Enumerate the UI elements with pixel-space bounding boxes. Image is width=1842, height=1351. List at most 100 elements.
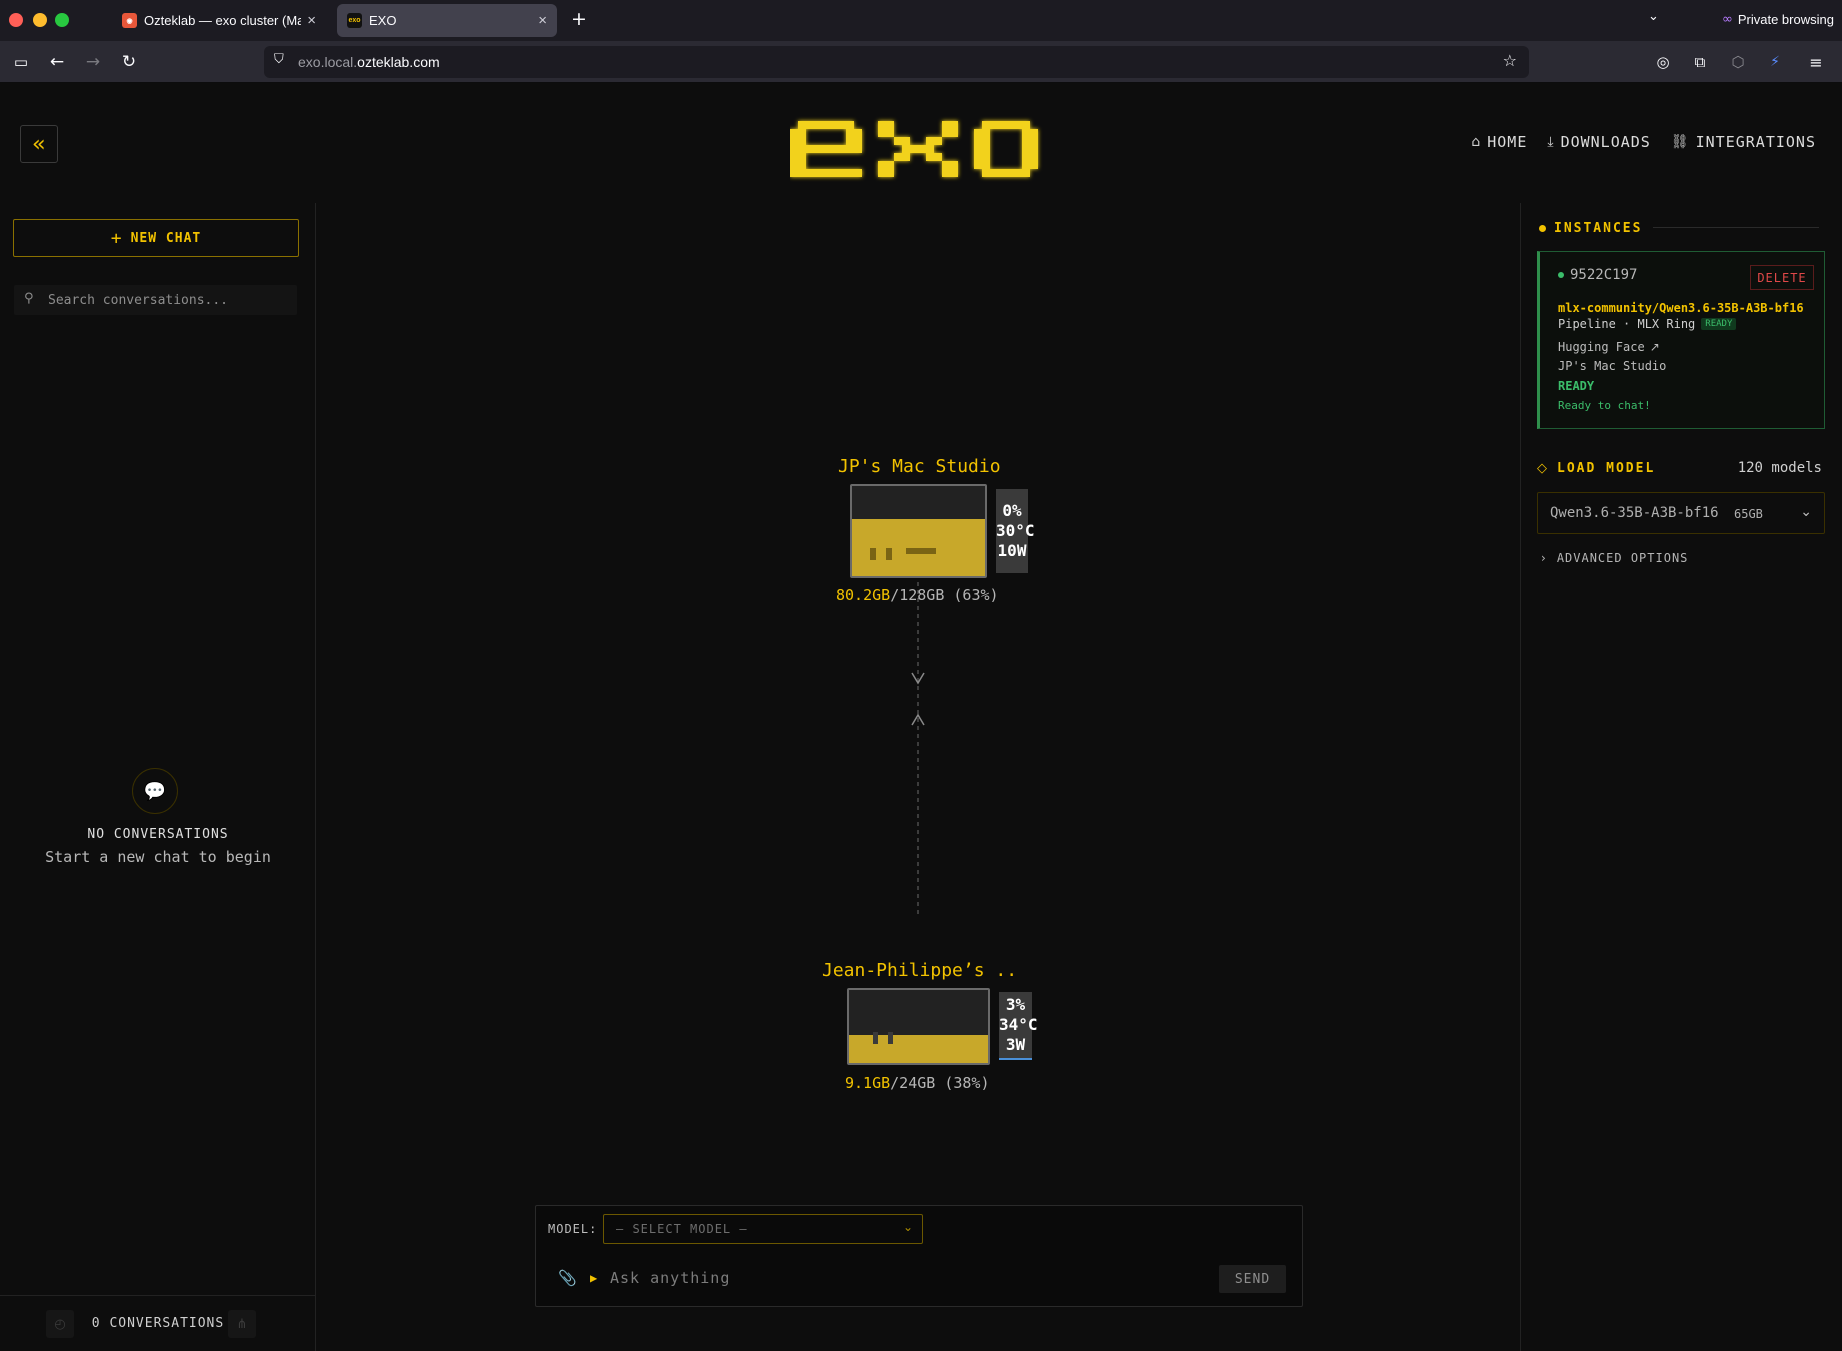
link-icon: ⛓ <box>1670 134 1690 150</box>
empty-state-title: NO CONVERSATIONS <box>87 827 229 842</box>
top-navigation: ⌂ HOME ⤓ DOWNLOADS ⛓ INTEGRATIONS <box>1471 133 1816 151</box>
model-select[interactable]: — SELECT MODEL — ⌄ <box>603 1214 923 1244</box>
new-tab-button[interactable]: + <box>568 8 590 32</box>
memory-used: 80.2GB <box>836 586 891 604</box>
nav-home-label: HOME <box>1487 133 1528 151</box>
window-close-button[interactable] <box>9 13 23 27</box>
status-dot-icon <box>1539 225 1546 232</box>
bookmark-star-icon[interactable]: ☆ <box>1503 51 1517 70</box>
sidebar-toggle-icon[interactable]: ▭ <box>9 50 33 74</box>
browser-tab[interactable]: ◉ Ozteklab — exo cluster (Mac ML × <box>112 4 326 37</box>
share-icon[interactable]: ⋔ <box>228 1310 256 1338</box>
advanced-options-label: ADVANCED OPTIONS <box>1556 551 1689 565</box>
extension-bolt-icon[interactable]: ⚡ <box>1763 50 1787 74</box>
node-name: Jean-Philippe’s .. <box>822 960 1018 981</box>
chat-input-panel: MODEL: — SELECT MODEL — ⌄ 📎 ▶ SEND <box>535 1205 1303 1307</box>
gpu-usage: 3% <box>1005 995 1026 1014</box>
instance-meta-label: Pipeline · MLX Ring <box>1558 317 1696 331</box>
search-icon: ⚲ <box>24 291 34 306</box>
divider <box>1653 227 1819 228</box>
window-zoom-button[interactable] <box>55 13 69 27</box>
tab-title: EXO <box>369 13 397 28</box>
conversation-sidebar: + NEW CHAT ⚲ 💬 NO CONVERSATIONS Start a … <box>0 203 316 1351</box>
power: 3W <box>1005 1035 1026 1054</box>
conversation-search: ⚲ <box>14 285 297 315</box>
exo-logo <box>790 121 1038 177</box>
reload-button[interactable]: ↻ <box>117 50 141 74</box>
browser-toolbar: ▭ ← → ↻ ⛉ exo.local.ozteklab.com ☆ ◎ ⧉ ⬡… <box>0 41 1842 83</box>
memory-fill-bar <box>849 1035 988 1063</box>
selected-model: Qwen3.6-35B-A3B-bf16 <box>1550 505 1719 521</box>
gpu-usage: 0% <box>1002 501 1022 520</box>
model-select-value: — SELECT MODEL — <box>616 1222 748 1236</box>
chevron-down-icon: ⌄ <box>902 1220 914 1234</box>
instance-id-label: 9522C197 <box>1570 267 1638 283</box>
instance-source-link[interactable]: Hugging Face ↗ <box>1558 340 1660 354</box>
extensions-icon[interactable]: ⧉ <box>1688 50 1712 74</box>
mac-studio-node[interactable] <box>850 484 987 578</box>
instance-source-label: Hugging Face <box>1558 340 1645 354</box>
device-slot <box>906 548 936 554</box>
node-name: JP's Mac Studio <box>838 456 1001 477</box>
new-chat-label: NEW CHAT <box>130 230 202 246</box>
nav-home[interactable]: ⌂ HOME <box>1471 133 1527 151</box>
model-label: MODEL: <box>548 1222 598 1236</box>
exo-favicon-icon: exo <box>347 13 362 28</box>
close-tab-icon[interactable]: × <box>538 12 547 29</box>
status-badge: READY <box>1701 318 1737 330</box>
memory-used: 9.1GB <box>845 1074 891 1092</box>
chat-bubble-icon: 💬 <box>132 768 178 814</box>
instance-model: mlx-community/Qwen3.6-35B-A3B-bf16 <box>1558 301 1804 315</box>
selected-model-size: 65GB <box>1734 507 1763 521</box>
instance-card: 9522C197 DELETE mlx-community/Qwen3.6-35… <box>1537 251 1825 429</box>
window-minimize-button[interactable] <box>33 13 47 27</box>
app-menu-icon[interactable]: ≡ <box>1804 50 1828 74</box>
exo-app: « ⌂ HOME ⤓ DOWNLOADS ⛓ INTEGRATIONS + NE… <box>0 83 1842 1351</box>
collapse-sidebar-button[interactable]: « <box>20 125 58 163</box>
paperclip-icon[interactable]: 📎 <box>558 1269 577 1287</box>
nav-integrations[interactable]: ⛓ INTEGRATIONS <box>1671 133 1816 151</box>
memory-percent: (38%) <box>944 1074 990 1092</box>
nav-downloads[interactable]: ⤓ DOWNLOADS <box>1547 133 1650 151</box>
load-model-label: LOAD MODEL <box>1557 461 1656 476</box>
address-bar[interactable]: ⛉ exo.local.ozteklab.com ☆ <box>264 46 1529 78</box>
download-icon: ⤓ <box>1547 134 1555 150</box>
send-button[interactable]: SEND <box>1219 1265 1286 1293</box>
node-stats: 0% 30°C 10W <box>996 489 1035 573</box>
new-chat-button[interactable]: + NEW CHAT <box>13 219 299 257</box>
instances-panel: INSTANCES 9522C197 DELETE mlx-community/… <box>1520 203 1842 1351</box>
private-label: Private browsing <box>1737 12 1834 27</box>
nav-downloads-label: DOWNLOADS <box>1560 133 1651 151</box>
instances-heading: INSTANCES <box>1539 221 1642 236</box>
advanced-options-toggle[interactable]: › ADVANCED OPTIONS <box>1541 551 1688 565</box>
running-dot-icon <box>1558 272 1564 278</box>
back-button[interactable]: ← <box>45 50 69 74</box>
delete-instance-button[interactable]: DELETE <box>1750 265 1814 290</box>
prompt-arrow-icon: ▶ <box>590 1271 598 1285</box>
forward-button[interactable]: → <box>81 50 105 74</box>
chevron-down-icon: ⌄ <box>1800 504 1812 520</box>
memory-total: /24GB <box>890 1074 936 1092</box>
temperature: 30°C <box>996 521 1035 540</box>
model-count: 120 models <box>1737 460 1822 476</box>
load-model-select[interactable]: Qwen3.6-35B-A3B-bf16 65GB ⌄ <box>1537 492 1825 534</box>
browser-tab-active[interactable]: exo EXO × <box>337 4 557 37</box>
list-all-tabs-icon[interactable]: ⌄ <box>1648 9 1659 24</box>
prompt-input[interactable] <box>610 1265 1130 1291</box>
nav-integrations-label: INTEGRATIONS <box>1695 133 1816 151</box>
load-model-heading: ◇ LOAD MODEL <box>1537 461 1655 476</box>
macbook-node[interactable] <box>847 988 990 1065</box>
power: 10W <box>997 541 1027 560</box>
url-text: exo.local.ozteklab.com <box>298 54 440 70</box>
url-domain: ozteklab.com <box>357 54 440 70</box>
diamond-icon: ◇ <box>1537 461 1549 476</box>
account-icon[interactable]: ◎ <box>1651 50 1675 74</box>
site-security-icon: ⛉ <box>274 52 284 67</box>
search-input[interactable] <box>48 289 288 311</box>
extension-shield-icon[interactable]: ⬡ <box>1726 50 1750 74</box>
close-tab-icon[interactable]: × <box>307 12 316 29</box>
instance-state: READY <box>1558 379 1595 393</box>
instance-message: Ready to chat! <box>1558 399 1651 412</box>
memory-percent: (63%) <box>953 586 999 604</box>
node-memory: 9.1GB/24GB (38%) <box>845 1074 990 1092</box>
